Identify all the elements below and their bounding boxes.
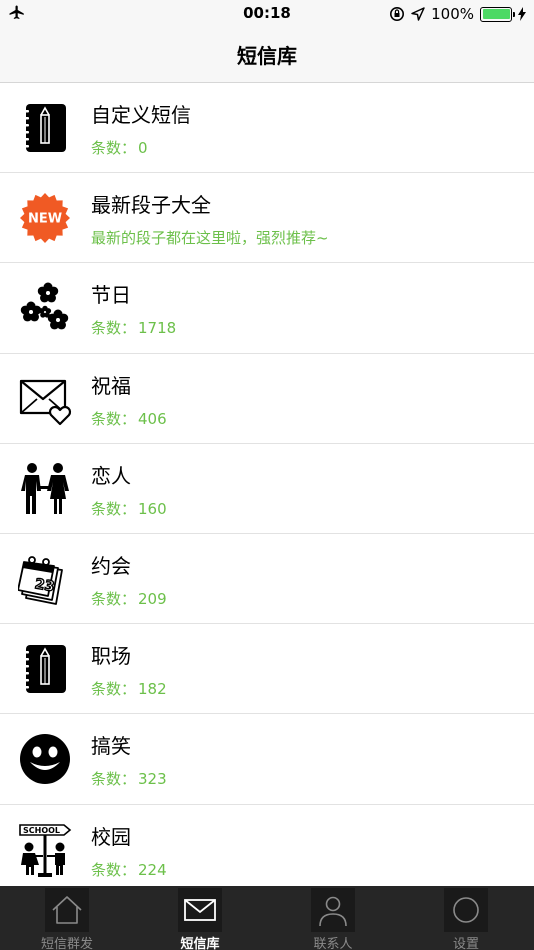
category-title: 自定义短信 [91,103,191,127]
new-badge-icon: NEW [20,193,70,244]
envelope-icon [178,888,222,932]
envelope-heart-icon [19,379,72,425]
category-title: 搞笑 [91,734,131,759]
status-bar: 00:18 100% [0,0,534,28]
orientation-lock-icon [390,7,405,21]
category-row-funny[interactable]: 搞笑 条数： 323 [0,714,534,805]
category-title: 节日 [91,283,131,308]
navigation-bar: 短信库 [0,28,534,83]
location-arrow-icon [411,7,425,21]
tab-label: 短信库 [180,937,220,950]
home-icon [45,888,89,932]
tab-label: 设置 [452,937,479,950]
status-right: 100% [389,4,526,24]
circle-icon [444,888,488,932]
category-row-custom[interactable]: 自定义短信 条数： 0 [0,83,534,174]
tab-contacts[interactable]: 联系人 [278,886,388,950]
category-title: 恋人 [91,463,131,488]
category-count: 条数： 209 [91,589,167,608]
flowers-icon [20,282,69,330]
category-count: 条数： 1718 [91,319,177,338]
charging-bolt-icon [518,7,526,21]
category-count: 条数： 182 [91,680,167,699]
category-title: 约会 [91,553,131,578]
smiley-icon [20,734,70,785]
category-count: 条数： 0 [91,139,148,157]
category-title: 最新段子大全 [91,193,211,218]
tab-settings[interactable]: 设置 [411,886,521,950]
sms-category-list[interactable]: 自定义短信 条数： 0 NEW 最新段子大全 最新的段子都在这里啦，强烈推荐~ 节… [0,83,534,886]
battery-percent: 100% [431,5,474,23]
category-count: 条数： 160 [91,499,167,518]
category-row-festival[interactable]: 节日 条数： 1718 [0,263,534,354]
category-title: 职场 [91,644,131,669]
tab-label: 短信群发 [40,937,93,950]
category-row-blessing[interactable]: 祝福 条数： 406 [0,354,534,444]
category-count: 条数： 323 [91,770,167,789]
new-badge-text: NEW [28,212,62,227]
tab-sms-library[interactable]: 短信库 [145,886,255,950]
category-title: 祝福 [91,373,131,398]
page-title: 短信库 [237,44,297,68]
couple-icon [21,462,69,514]
category-count: 条数： 406 [91,409,167,428]
calendar-icon: 23 [18,556,63,605]
notebook-icon [23,645,66,694]
category-count: 条数： 224 [91,860,167,879]
battery-icon [480,6,515,22]
tab-label: 联系人 [313,937,353,950]
category-title: 校园 [91,824,131,849]
tab-mass-sms[interactable]: 短信群发 [12,886,122,950]
category-row-dating[interactable]: 23 约会 条数： 209 [0,534,534,625]
category-row-workplace[interactable]: 职场 条数： 182 [0,624,534,715]
category-row-campus[interactable]: SCHOOL 校园 条数： 224 [0,805,534,887]
person-icon [311,888,355,932]
tab-bar: 短信群发 短信库 联系人 设置 [0,886,534,950]
category-row-lovers[interactable]: 恋人 条数： 160 [0,444,534,534]
category-description: 最新的段子都在这里啦，强烈推荐~ [91,229,329,248]
school-sign-icon: SCHOOL [19,823,72,877]
notebook-icon [23,104,66,152]
category-row-latest-jokes[interactable]: NEW 最新段子大全 最新的段子都在这里啦，强烈推荐~ [0,173,534,264]
school-sign-text: SCHOOL [23,826,60,835]
calendar-number: 23 [34,576,56,595]
